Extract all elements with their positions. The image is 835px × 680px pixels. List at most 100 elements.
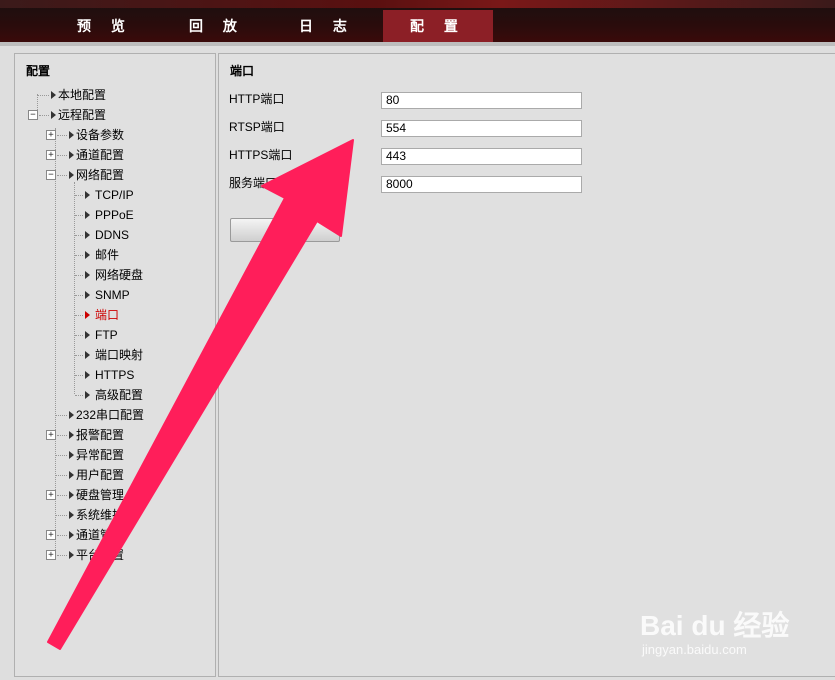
tree-item-ftp[interactable]: FTP	[15, 326, 213, 344]
caret-right-icon	[51, 111, 56, 119]
caret-right-icon	[85, 211, 90, 219]
https-port-label: HTTPS端口	[229, 148, 293, 162]
caret-right-icon	[69, 531, 74, 539]
caret-right-icon	[69, 411, 74, 419]
tree-item-alarm-config[interactable]: + 报警配置	[15, 426, 213, 444]
watermark-brand: Bai du 经验	[640, 610, 790, 641]
config-tree-title: 配置	[26, 64, 51, 78]
tree-item-system-maintenance[interactable]: 系统维护	[15, 506, 213, 524]
tree-item-remote-config[interactable]: − 远程配置	[15, 106, 213, 124]
tree-item-port-mapping[interactable]: 端口映射	[15, 346, 213, 364]
tree-item-https[interactable]: HTTPS	[15, 366, 213, 384]
tree-item-label: 用户配置	[76, 468, 125, 482]
section-title: 端口	[230, 64, 255, 78]
tree-item-label: 232串口配置	[76, 408, 145, 422]
caret-right-icon	[51, 91, 56, 99]
http-port-label: HTTP端口	[229, 92, 285, 106]
expand-icon[interactable]: +	[46, 150, 56, 160]
caret-right-icon	[85, 271, 90, 279]
tree-item-label: 设备参数	[76, 128, 125, 142]
caret-right-icon	[85, 351, 90, 359]
nav-divider	[0, 42, 835, 46]
tree-item-label: 邮件	[95, 248, 120, 262]
tree-item-label: 网络配置	[76, 168, 125, 182]
config-tree-panel: 配置 本地配置 − 远程配置 + 设备参数 + 通道配置 − 网络配置 TCP/…	[14, 53, 216, 677]
port-config-panel: 端口 HTTP端口 RTSP端口 HTTPS端口 服务端口 保存	[218, 53, 835, 677]
tree-item-label: 平台配置	[76, 548, 125, 562]
caret-right-icon	[69, 471, 74, 479]
caret-right-icon	[85, 371, 90, 379]
rtsp-port-label: RTSP端口	[229, 120, 285, 134]
caret-right-icon	[69, 131, 74, 139]
tab-config[interactable]: 配 置	[383, 10, 493, 42]
baidu-jingyan-watermark: Bai du 经验 jingyan.baidu.com	[638, 586, 828, 666]
tree-item-ddns[interactable]: DDNS	[15, 226, 213, 244]
tree-item-port[interactable]: 端口	[15, 306, 213, 324]
tab-preview[interactable]: 预 览	[40, 10, 170, 42]
tree-item-label: 本地配置	[58, 88, 107, 102]
tree-item-label: 远程配置	[58, 108, 107, 122]
caret-right-icon	[85, 331, 90, 339]
tree-item-channel-config[interactable]: + 通道配置	[15, 146, 213, 164]
caret-right-icon	[85, 311, 90, 319]
service-port-input[interactable]	[381, 176, 582, 193]
caret-right-icon	[85, 391, 90, 399]
expand-icon[interactable]: +	[46, 530, 56, 540]
tree-item-label: FTP	[95, 328, 118, 342]
tree-item-device-params[interactable]: + 设备参数	[15, 126, 213, 144]
service-port-label: 服务端口	[229, 176, 278, 190]
tree-item-label: TCP/IP	[95, 188, 134, 202]
tree-item-serial-232[interactable]: 232串口配置	[15, 406, 213, 424]
tree-item-label: HTTPS	[95, 368, 135, 382]
rtsp-port-input[interactable]	[381, 120, 582, 137]
tree-item-label: SNMP	[95, 288, 130, 302]
https-port-input[interactable]	[381, 148, 582, 165]
caret-right-icon	[69, 171, 74, 179]
tree-item-network-config[interactable]: − 网络配置	[15, 166, 213, 184]
caret-right-icon	[69, 431, 74, 439]
caret-right-icon	[69, 511, 74, 519]
collapse-icon[interactable]: −	[46, 170, 56, 180]
tree-item-label: DDNS	[95, 228, 130, 242]
tree-item-label: 端口映射	[95, 348, 144, 362]
save-button[interactable]: 保存	[230, 218, 340, 242]
tree-item-disk-management[interactable]: + 硬盘管理	[15, 486, 213, 504]
caret-right-icon	[85, 191, 90, 199]
tab-log[interactable]: 日 志	[262, 10, 392, 42]
tree-item-email[interactable]: 邮件	[15, 246, 213, 264]
tree-item-platform-config[interactable]: + 平台配置	[15, 546, 213, 564]
tree-item-label: 通道配置	[76, 148, 125, 162]
tree-item-label: 硬盘管理	[76, 488, 125, 502]
tree-item-label: 端口	[95, 308, 120, 322]
tree-item-label: 高级配置	[95, 388, 144, 402]
caret-right-icon	[69, 451, 74, 459]
http-port-input[interactable]	[381, 92, 582, 109]
tree-item-pppoe[interactable]: PPPoE	[15, 206, 213, 224]
tree-item-label: 报警配置	[76, 428, 125, 442]
tree-item-label: PPPoE	[95, 208, 134, 222]
tree-item-channel-management[interactable]: + 通道管理	[15, 526, 213, 544]
tree-item-label: 网络硬盘	[95, 268, 144, 282]
caret-right-icon	[85, 251, 90, 259]
tree-item-exception-config[interactable]: 异常配置	[15, 446, 213, 464]
caret-right-icon	[85, 231, 90, 239]
top-nav-stripe	[0, 0, 835, 8]
collapse-icon[interactable]: −	[28, 110, 38, 120]
expand-icon[interactable]: +	[46, 430, 56, 440]
tree-item-label: 通道管理	[76, 528, 125, 542]
expand-icon[interactable]: +	[46, 130, 56, 140]
tree-item-tcpip[interactable]: TCP/IP	[15, 186, 213, 204]
tree-item-advanced-config[interactable]: 高级配置	[15, 386, 213, 404]
tree-item-network-disk[interactable]: 网络硬盘	[15, 266, 213, 284]
tree-item-snmp[interactable]: SNMP	[15, 286, 213, 304]
caret-right-icon	[69, 491, 74, 499]
caret-right-icon	[69, 551, 74, 559]
tree-item-user-config[interactable]: 用户配置	[15, 466, 213, 484]
watermark-url: jingyan.baidu.com	[642, 642, 747, 657]
top-nav-bar: 预 览 回 放 日 志 配 置	[0, 0, 835, 42]
expand-icon[interactable]: +	[46, 550, 56, 560]
tree-item-label: 系统维护	[76, 508, 125, 522]
tree-item-label: 异常配置	[76, 448, 125, 462]
tree-item-local-config[interactable]: 本地配置	[15, 86, 213, 104]
expand-icon[interactable]: +	[46, 490, 56, 500]
